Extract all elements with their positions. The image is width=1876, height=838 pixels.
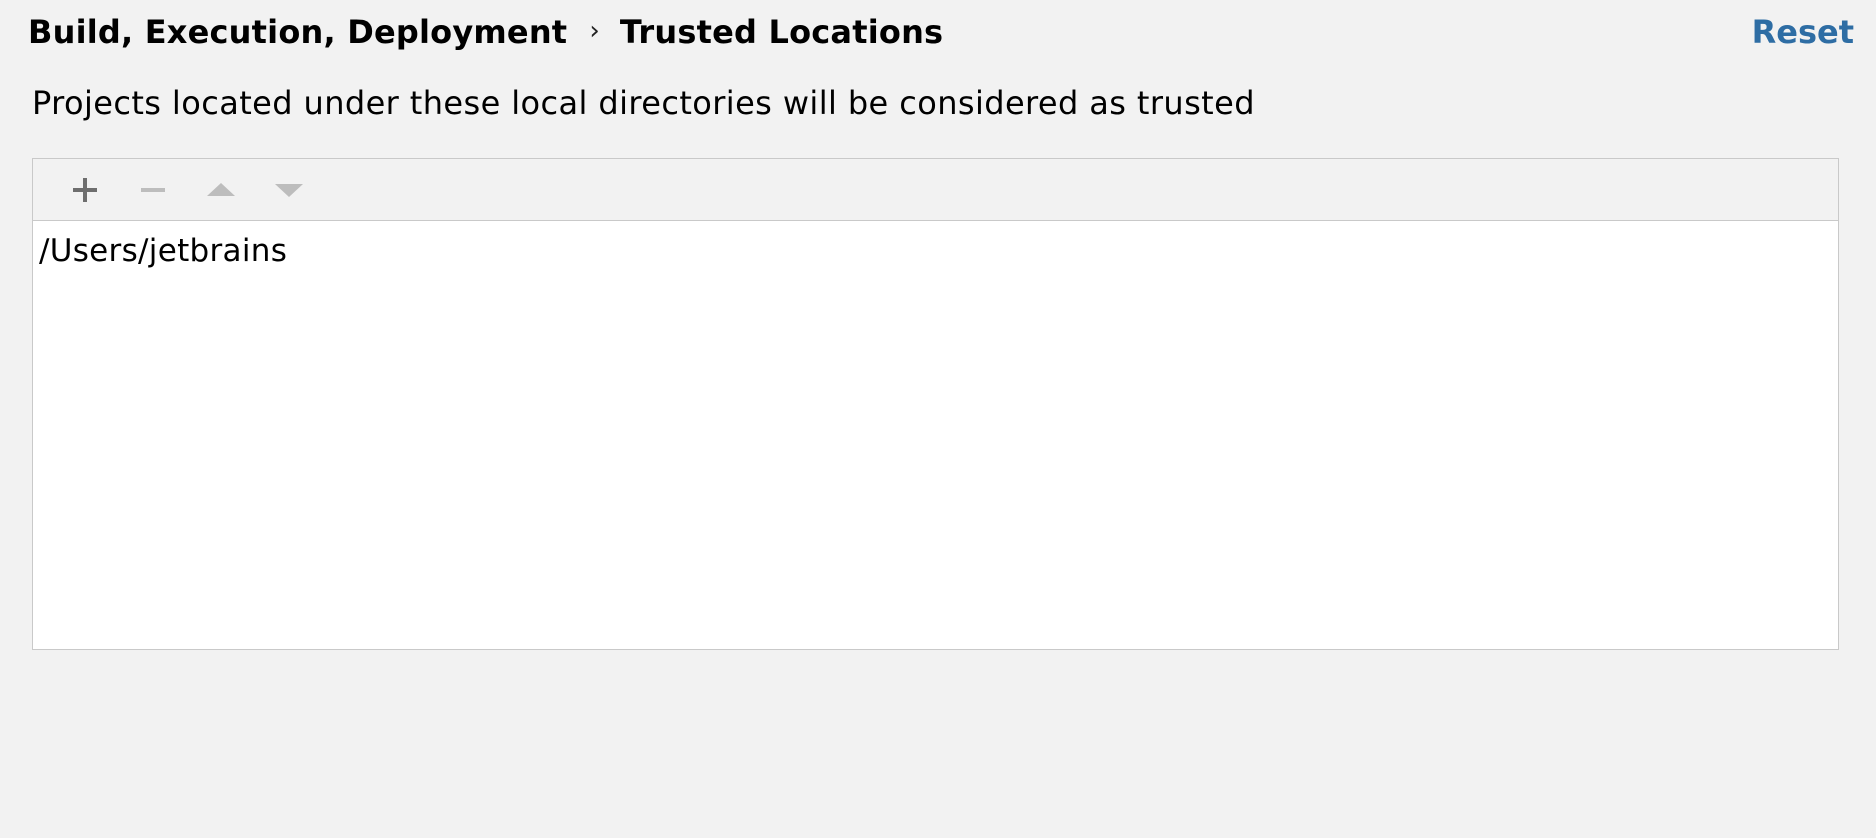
trusted-locations-panel: /Users/jetbrains <box>32 158 1839 650</box>
description-text: Projects located under these local direc… <box>32 84 1255 122</box>
arrow-up-icon <box>207 182 235 196</box>
breadcrumb-separator-icon: › <box>589 16 600 46</box>
arrow-down-icon <box>275 183 303 197</box>
move-up-button[interactable] <box>187 166 255 214</box>
move-down-button[interactable] <box>255 166 323 214</box>
add-location-button[interactable] <box>51 166 119 214</box>
plus-icon <box>73 177 97 202</box>
minus-icon <box>141 187 165 192</box>
breadcrumb-parent[interactable]: Build, Execution, Deployment <box>28 13 567 51</box>
reset-link[interactable]: Reset <box>1752 13 1854 51</box>
locations-list: /Users/jetbrains <box>33 221 1838 273</box>
list-toolbar <box>33 159 1838 221</box>
remove-location-button[interactable] <box>119 166 187 214</box>
breadcrumb-current: Trusted Locations <box>619 13 944 51</box>
header: Build, Execution, Deployment › Trusted L… <box>28 10 1854 54</box>
list-item[interactable]: /Users/jetbrains <box>33 229 1838 273</box>
breadcrumb: Build, Execution, Deployment › Trusted L… <box>28 13 943 51</box>
